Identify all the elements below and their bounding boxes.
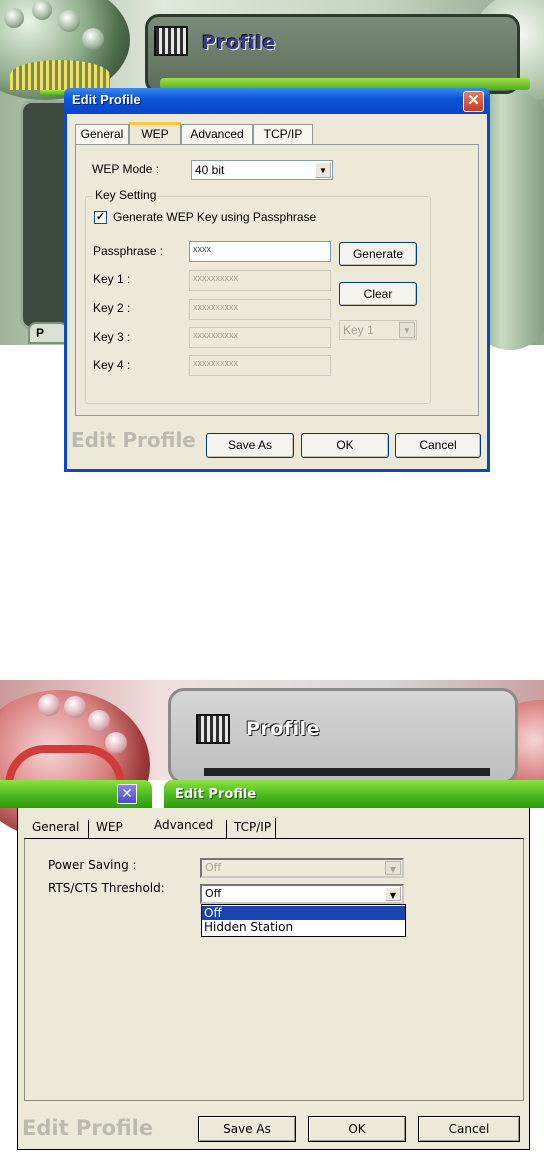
skin-red-meter	[5, 745, 125, 785]
tab-tcpip[interactable]: TCP/IP	[253, 124, 313, 144]
advanced-settings-screenshot: Profile ✕ Edit Profile General WEP Advan…	[0, 680, 544, 1159]
rts-option-hidden-station[interactable]: Hidden Station	[202, 920, 405, 934]
skin-knob-2	[64, 696, 86, 718]
clear-button[interactable]: Clear	[339, 282, 417, 306]
power-saving-select: Off ▼	[200, 858, 404, 878]
generate-button[interactable]: Generate	[339, 242, 417, 266]
chevron-down-icon[interactable]: ▼	[315, 162, 331, 178]
rts-option-off[interactable]: Off	[202, 906, 405, 920]
skin-knob-4	[82, 28, 104, 50]
wep-mode-value: 40 bit	[195, 163, 225, 177]
skin-title: Profile	[202, 32, 277, 54]
dialog-client-area: General WEP Advanced TCP/IP WEP Mode : 4…	[67, 114, 487, 469]
edit-profile-watermark: Edit Profile	[71, 428, 196, 452]
key3-label: Key 3 :	[93, 330, 131, 344]
ok-button[interactable]: OK	[308, 1116, 406, 1142]
chevron-down-icon[interactable]: ▼	[385, 887, 401, 901]
close-button[interactable]: ✕	[463, 91, 484, 112]
key1-label: Key 1 :	[93, 272, 131, 286]
tab-separator	[226, 820, 227, 838]
cancel-button[interactable]: Cancel	[395, 433, 481, 458]
tab-advanced[interactable]: Advanced	[181, 124, 253, 144]
cancel-button[interactable]: Cancel	[418, 1116, 520, 1142]
dialog-title: Edit Profile	[175, 787, 257, 802]
tab-general[interactable]: General	[28, 818, 83, 838]
tab-tcpip[interactable]: TCP/IP	[230, 818, 277, 838]
skin-knob-3	[58, 10, 80, 32]
skin-display-bar	[204, 768, 490, 776]
chevron-down-icon: ▼	[399, 322, 415, 338]
key1-input: xxxxxxxxxx	[189, 270, 331, 291]
tab-wep[interactable]: WEP	[92, 818, 127, 838]
tab-general[interactable]: General	[75, 124, 129, 144]
key4-label: Key 4 :	[93, 358, 131, 372]
key-setting-legend: Key Setting	[93, 188, 159, 202]
key2-label: Key 2 :	[93, 301, 131, 315]
tab-advanced[interactable]: Advanced	[150, 816, 217, 836]
generate-passphrase-checkbox[interactable]: ✓	[94, 211, 107, 224]
skin-yellow-meter	[10, 60, 110, 90]
chevron-down-icon: ▼	[385, 861, 401, 875]
passphrase-input[interactable]: xxxx	[189, 241, 331, 262]
skin-knob-3	[88, 710, 110, 732]
edit-profile-watermark: Edit Profile	[22, 1116, 154, 1140]
passphrase-label: Passphrase :	[93, 244, 164, 258]
edit-profile-dialog: Edit Profile ✕ General WEP Advanced TCP/…	[64, 88, 490, 472]
power-saving-value: Off	[205, 861, 222, 874]
skin-knob-2	[32, 0, 52, 20]
save-as-button[interactable]: Save As	[198, 1116, 296, 1142]
skin-title: Profile	[246, 718, 321, 740]
wep-mode-label: WEP Mode :	[92, 162, 160, 176]
skin-left-tab: P	[28, 322, 68, 344]
close-icon[interactable]: ✕	[117, 784, 137, 804]
wep-settings-screenshot: P Profile Edit Profile ✕ General WEP Adv…	[0, 0, 544, 480]
skin-knob-4	[105, 732, 127, 754]
power-saving-label: Power Saving :	[48, 858, 137, 872]
profile-icon	[154, 26, 188, 56]
rts-cts-select[interactable]: Off ▼	[200, 884, 404, 904]
generate-passphrase-label: Generate WEP Key using Passphrase	[113, 210, 317, 224]
skin-knob-1	[38, 694, 60, 716]
rts-cts-label: RTS/CTS Threshold:	[48, 881, 165, 895]
rts-cts-value: Off	[205, 887, 222, 900]
key2-input: xxxxxxxxxx	[189, 299, 331, 320]
default-key-select: Key 1 ▼	[339, 320, 417, 340]
tab-separator	[88, 820, 89, 838]
key4-input: xxxxxxxxxx	[189, 355, 331, 376]
default-key-value: Key 1	[343, 323, 374, 337]
ok-button[interactable]: OK	[301, 433, 389, 458]
profile-icon	[196, 714, 230, 744]
dialog-title: Edit Profile	[72, 92, 141, 107]
tab-wep[interactable]: WEP	[129, 122, 181, 144]
dialog-title-bar[interactable]: Edit Profile	[64, 88, 490, 114]
rts-cts-dropdown-list: Off Hidden Station	[201, 904, 406, 937]
skin-knob-1	[4, 8, 24, 28]
save-as-button[interactable]: Save As	[206, 433, 294, 458]
key3-input: xxxxxxxxxx	[189, 327, 331, 348]
wep-mode-select[interactable]: 40 bit ▼	[191, 160, 333, 180]
